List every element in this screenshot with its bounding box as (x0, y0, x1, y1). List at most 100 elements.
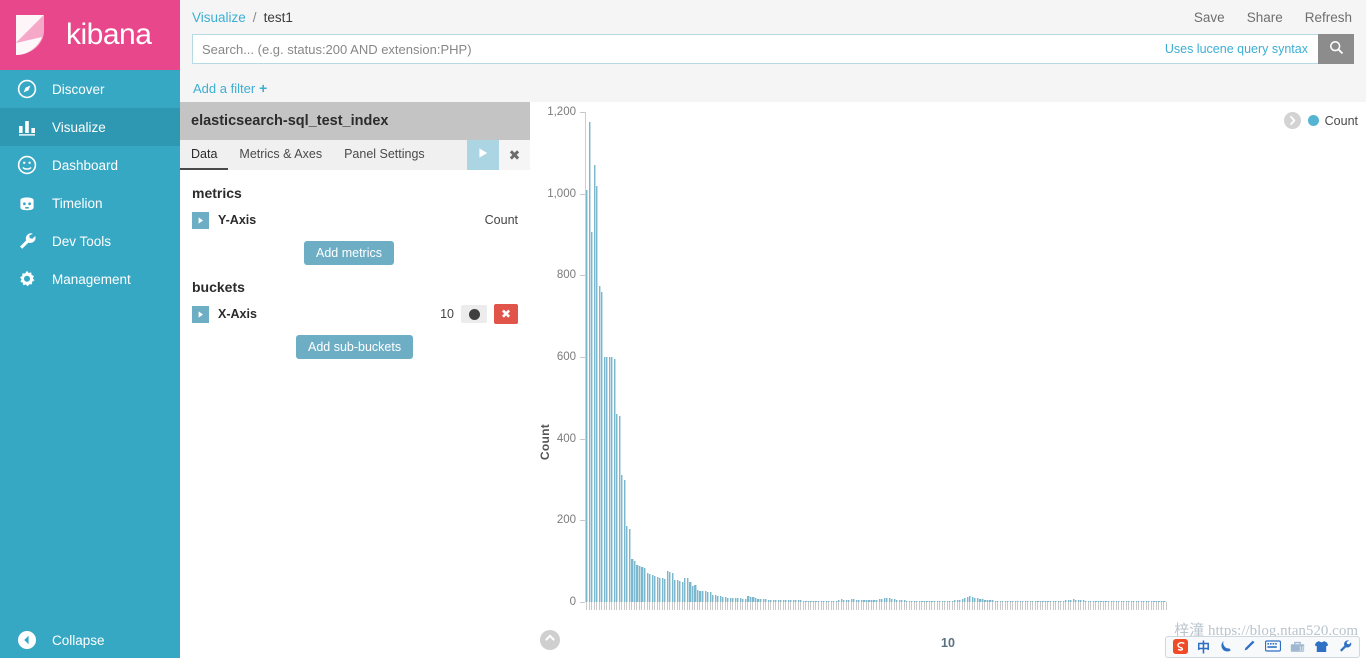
moon-icon[interactable] (1219, 639, 1233, 655)
x-axis-tick-mark (800, 602, 802, 610)
caret-right-icon[interactable] (192, 305, 209, 323)
apply-changes-button[interactable] (467, 140, 499, 170)
x-axis-tick-mark (949, 602, 951, 610)
x-axis-tick-mark (1082, 602, 1084, 610)
y-axis-tick-mark (580, 112, 585, 113)
chart-bottom-toggle[interactable] (540, 630, 560, 650)
keyboard-icon[interactable] (1264, 640, 1282, 654)
breadcrumb: Visualize / test1 (192, 10, 293, 25)
x-axis-tick-mark (830, 602, 832, 610)
metric-row-right: Count (485, 213, 518, 227)
x-axis-tick-mark (747, 602, 749, 610)
x-axis-tick-mark (858, 602, 860, 610)
x-axis-tick-mark (603, 602, 605, 610)
chevron-right-circle-icon[interactable] (1283, 112, 1301, 129)
refresh-button[interactable]: Refresh (1305, 10, 1352, 25)
toolbox-icon[interactable]: 10 (1290, 640, 1305, 655)
sidebar-item-management[interactable]: Management (0, 260, 180, 298)
save-button[interactable]: Save (1194, 10, 1225, 25)
x-axis-tick-mark (1163, 602, 1165, 610)
x-axis-tick-mark (1070, 602, 1072, 610)
x-axis-tick-mark (669, 602, 671, 610)
x-axis-tick-mark (1138, 602, 1140, 610)
wrench-icon (16, 230, 38, 252)
breadcrumb-separator: / (252, 9, 257, 25)
legend-item-count[interactable]: Count (1307, 114, 1358, 128)
sidebar-item-timelion[interactable]: Timelion (0, 184, 180, 222)
sogou-logo-icon[interactable] (1172, 638, 1188, 656)
wrench-icon[interactable] (1338, 639, 1352, 655)
sidebar-item-visualize[interactable]: Visualize (0, 108, 180, 146)
x-axis-tick-mark (898, 602, 900, 610)
x-axis-tick-mark (1012, 602, 1014, 610)
x-axis-tick-mark (888, 602, 890, 610)
x-axis-tick-mark (1102, 602, 1104, 610)
remove-bucket-button[interactable]: ✖ (494, 304, 518, 324)
x-axis-tick-mark (606, 602, 608, 610)
add-metrics-button[interactable]: Add metrics (304, 241, 394, 265)
x-axis-tick-mark (770, 602, 772, 610)
x-axis-tick-mark (992, 602, 993, 610)
skin-icon[interactable] (1314, 640, 1329, 655)
x-axis-tick-mark (1092, 602, 1094, 610)
add-filter-label: Add a filter (193, 80, 256, 96)
sidebar-item-discover[interactable]: Discover (0, 70, 180, 108)
breadcrumb-root[interactable]: Visualize (192, 10, 246, 25)
chart-legend: Count (1283, 112, 1358, 129)
x-axis-tick-mark (823, 602, 825, 610)
metric-row-y-axis[interactable]: Y-Axis Count (192, 209, 518, 231)
sidebar-collapse-button[interactable]: Collapse (0, 622, 180, 658)
lucene-syntax-link[interactable]: Uses lucene query syntax (1165, 42, 1318, 56)
pen-icon[interactable] (1242, 639, 1256, 655)
brand-logo[interactable]: kibana (0, 0, 180, 70)
x-axis-tick-mark (964, 602, 966, 610)
y-axis-tick-mark (580, 602, 585, 603)
sogou-ime-toolbar[interactable]: 中 10 (1164, 636, 1360, 658)
x-axis-tick-mark (986, 602, 988, 610)
x-axis-tick-mark (939, 602, 941, 610)
search-submit-button[interactable] (1318, 34, 1354, 64)
y-axis-tick-mark (580, 520, 585, 522)
sidebar-item-dev-tools[interactable]: Dev Tools (0, 222, 180, 260)
top-actions: Save Share Refresh (1194, 10, 1366, 25)
caret-right-icon[interactable] (192, 211, 209, 229)
search-input[interactable] (193, 35, 1165, 63)
x-axis-tick-mark (870, 602, 872, 610)
add-filter-button[interactable]: Add a filter + (193, 80, 267, 96)
search-box[interactable]: Uses lucene query syntax (192, 34, 1318, 64)
tab-data[interactable]: Data (180, 140, 229, 170)
x-axis-tick-mark (974, 602, 976, 610)
x-axis-tick-mark (712, 602, 714, 610)
x-axis-tick-mark (1047, 602, 1049, 610)
x-axis-tick-mark (1055, 602, 1057, 610)
x-axis-tick-mark (775, 602, 777, 610)
y-axis-tick-mark (580, 438, 585, 440)
sidebar-item-dashboard[interactable]: Dashboard (0, 146, 180, 184)
x-axis-tick-mark (754, 602, 756, 610)
x-axis-tick-labels: 1000.01037.131074.261111.391148.521185.6… (586, 611, 1166, 639)
share-button[interactable]: Share (1247, 10, 1283, 25)
x-axis-tick-mark (638, 602, 640, 610)
x-axis-tick-mark (840, 602, 842, 610)
bucket-row-x-axis[interactable]: X-Axis 10 ✖ (192, 303, 518, 325)
chinese-mode-icon[interactable]: 中 (1197, 641, 1210, 654)
y-axis-tick-label: 1,000 (547, 187, 576, 200)
tab-metrics-axes[interactable]: Metrics & Axes (228, 140, 333, 170)
discard-changes-button[interactable]: ✖ (499, 140, 530, 170)
metrics-section-label: metrics (192, 185, 242, 201)
x-axis-tick-mark (1135, 602, 1137, 610)
x-axis-tick-mark (850, 602, 852, 610)
chevron-left-circle-icon (16, 629, 38, 651)
tab-panel-settings[interactable]: Panel Settings (333, 140, 436, 170)
x-axis-tick-mark (911, 602, 913, 610)
x-axis-tick-mark (646, 602, 648, 610)
toggle-switch-icon[interactable] (461, 305, 487, 323)
x-axis-tick-mark (825, 602, 827, 610)
x-axis-tick-mark (931, 602, 933, 610)
x-axis-tick-mark (868, 602, 870, 610)
x-axis-tick-mark (737, 602, 739, 610)
chart-panel: Count Count 02004006008001,0001,200 1000… (530, 102, 1366, 658)
x-axis-tick-mark (1105, 602, 1107, 610)
x-axis-tick-mark (787, 602, 789, 610)
add-sub-buckets-button[interactable]: Add sub-buckets (296, 335, 414, 359)
